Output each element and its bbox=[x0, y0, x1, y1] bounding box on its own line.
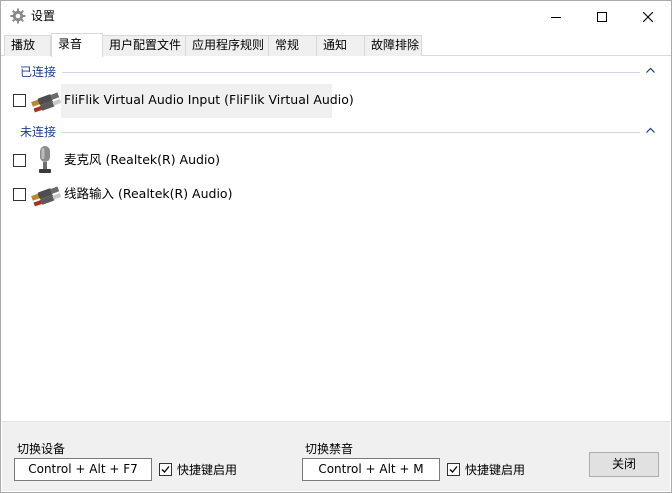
window-title: 设置 bbox=[31, 9, 56, 23]
switch-mute-label: 切换禁音 bbox=[305, 442, 354, 456]
tab-user-profiles[interactable]: 用户配置文件 bbox=[102, 35, 186, 56]
tab-label: 故障排除 bbox=[371, 38, 420, 52]
tab-notifications[interactable]: 通知 bbox=[316, 35, 365, 56]
gear-icon bbox=[10, 8, 26, 24]
device-checkbox[interactable] bbox=[13, 154, 26, 167]
checkmark-icon bbox=[449, 466, 458, 473]
device-row[interactable]: 麦克风 (Realtek(R) Audio) bbox=[2, 144, 670, 174]
chevron-up-icon[interactable] bbox=[646, 67, 655, 73]
switch-device-label: 切换设备 bbox=[17, 442, 66, 456]
device-row[interactable]: FliFlik Virtual Audio Input (FliFlik Vir… bbox=[2, 84, 670, 118]
group-divider bbox=[62, 72, 640, 73]
tab-general[interactable]: 常规 bbox=[268, 35, 317, 56]
switch-device-hotkey-field[interactable]: Control + Alt + F7 bbox=[14, 458, 152, 481]
tab-troubleshooting[interactable]: 故障排除 bbox=[364, 35, 422, 56]
tab-label: 通知 bbox=[323, 38, 348, 52]
tab-label: 播放 bbox=[11, 38, 36, 52]
device-label: 麦克风 (Realtek(R) Audio) bbox=[64, 152, 220, 167]
device-checkbox[interactable] bbox=[13, 188, 26, 201]
minimize-button[interactable] bbox=[533, 1, 579, 32]
switch-mute-hotkey-enable-label: 快捷键启用 bbox=[465, 463, 526, 477]
switch-mute-hotkey-field[interactable]: Control + Alt + M bbox=[302, 458, 440, 481]
recording-device-list: 已连接 FliFlik Virtual Audio Input (FliFlik… bbox=[2, 57, 670, 421]
close-window-button[interactable] bbox=[625, 1, 671, 32]
group-header-disconnected[interactable]: 未连接 bbox=[2, 124, 670, 142]
close-icon bbox=[643, 11, 653, 22]
title-bar[interactable]: 设置 bbox=[1, 1, 671, 32]
microphone-icon bbox=[39, 146, 51, 173]
group-title: 已连接 bbox=[20, 65, 57, 79]
switch-device-hotkey-checkbox[interactable] bbox=[159, 463, 172, 476]
device-label: FliFlik Virtual Audio Input (FliFlik Vir… bbox=[64, 92, 354, 107]
group-header-connected[interactable]: 已连接 bbox=[2, 64, 670, 82]
checkmark-icon bbox=[161, 466, 170, 473]
line-in-cable-icon bbox=[31, 186, 62, 207]
minimize-icon bbox=[551, 16, 561, 18]
settings-window: 设置 播放 录音 用户配置文件 应用程序规则 常规 通知 故障排除 已连接 Fl… bbox=[0, 0, 672, 493]
tab-label: 用户配置文件 bbox=[109, 38, 182, 52]
maximize-button[interactable] bbox=[579, 1, 625, 32]
device-label: 线路输入 (Realtek(R) Audio) bbox=[64, 186, 233, 201]
group-title: 未连接 bbox=[20, 125, 57, 139]
tab-app-rules[interactable]: 应用程序规则 bbox=[185, 35, 269, 56]
line-in-cable-icon bbox=[31, 92, 62, 113]
device-checkbox[interactable] bbox=[13, 94, 26, 107]
switch-device-hotkey-enable-label: 快捷键启用 bbox=[177, 463, 238, 477]
close-button[interactable]: 关闭 bbox=[589, 452, 659, 477]
switch-mute-hotkey-checkbox[interactable] bbox=[447, 463, 460, 476]
hotkey-footer: 切换设备 Control + Alt + F7 快捷键启用 切换禁音 Contr… bbox=[2, 421, 670, 491]
tab-label: 录音 bbox=[58, 37, 83, 51]
group-divider bbox=[62, 132, 640, 133]
tab-recording[interactable]: 录音 bbox=[51, 33, 103, 57]
tab-label: 常规 bbox=[275, 38, 300, 52]
chevron-up-icon[interactable] bbox=[646, 127, 655, 133]
maximize-icon bbox=[597, 11, 607, 22]
device-row[interactable]: 线路输入 (Realtek(R) Audio) bbox=[2, 178, 670, 208]
tab-strip: 播放 录音 用户配置文件 应用程序规则 常规 通知 故障排除 bbox=[1, 33, 671, 57]
tab-label: 应用程序规则 bbox=[192, 38, 265, 52]
tab-playback[interactable]: 播放 bbox=[4, 35, 51, 56]
